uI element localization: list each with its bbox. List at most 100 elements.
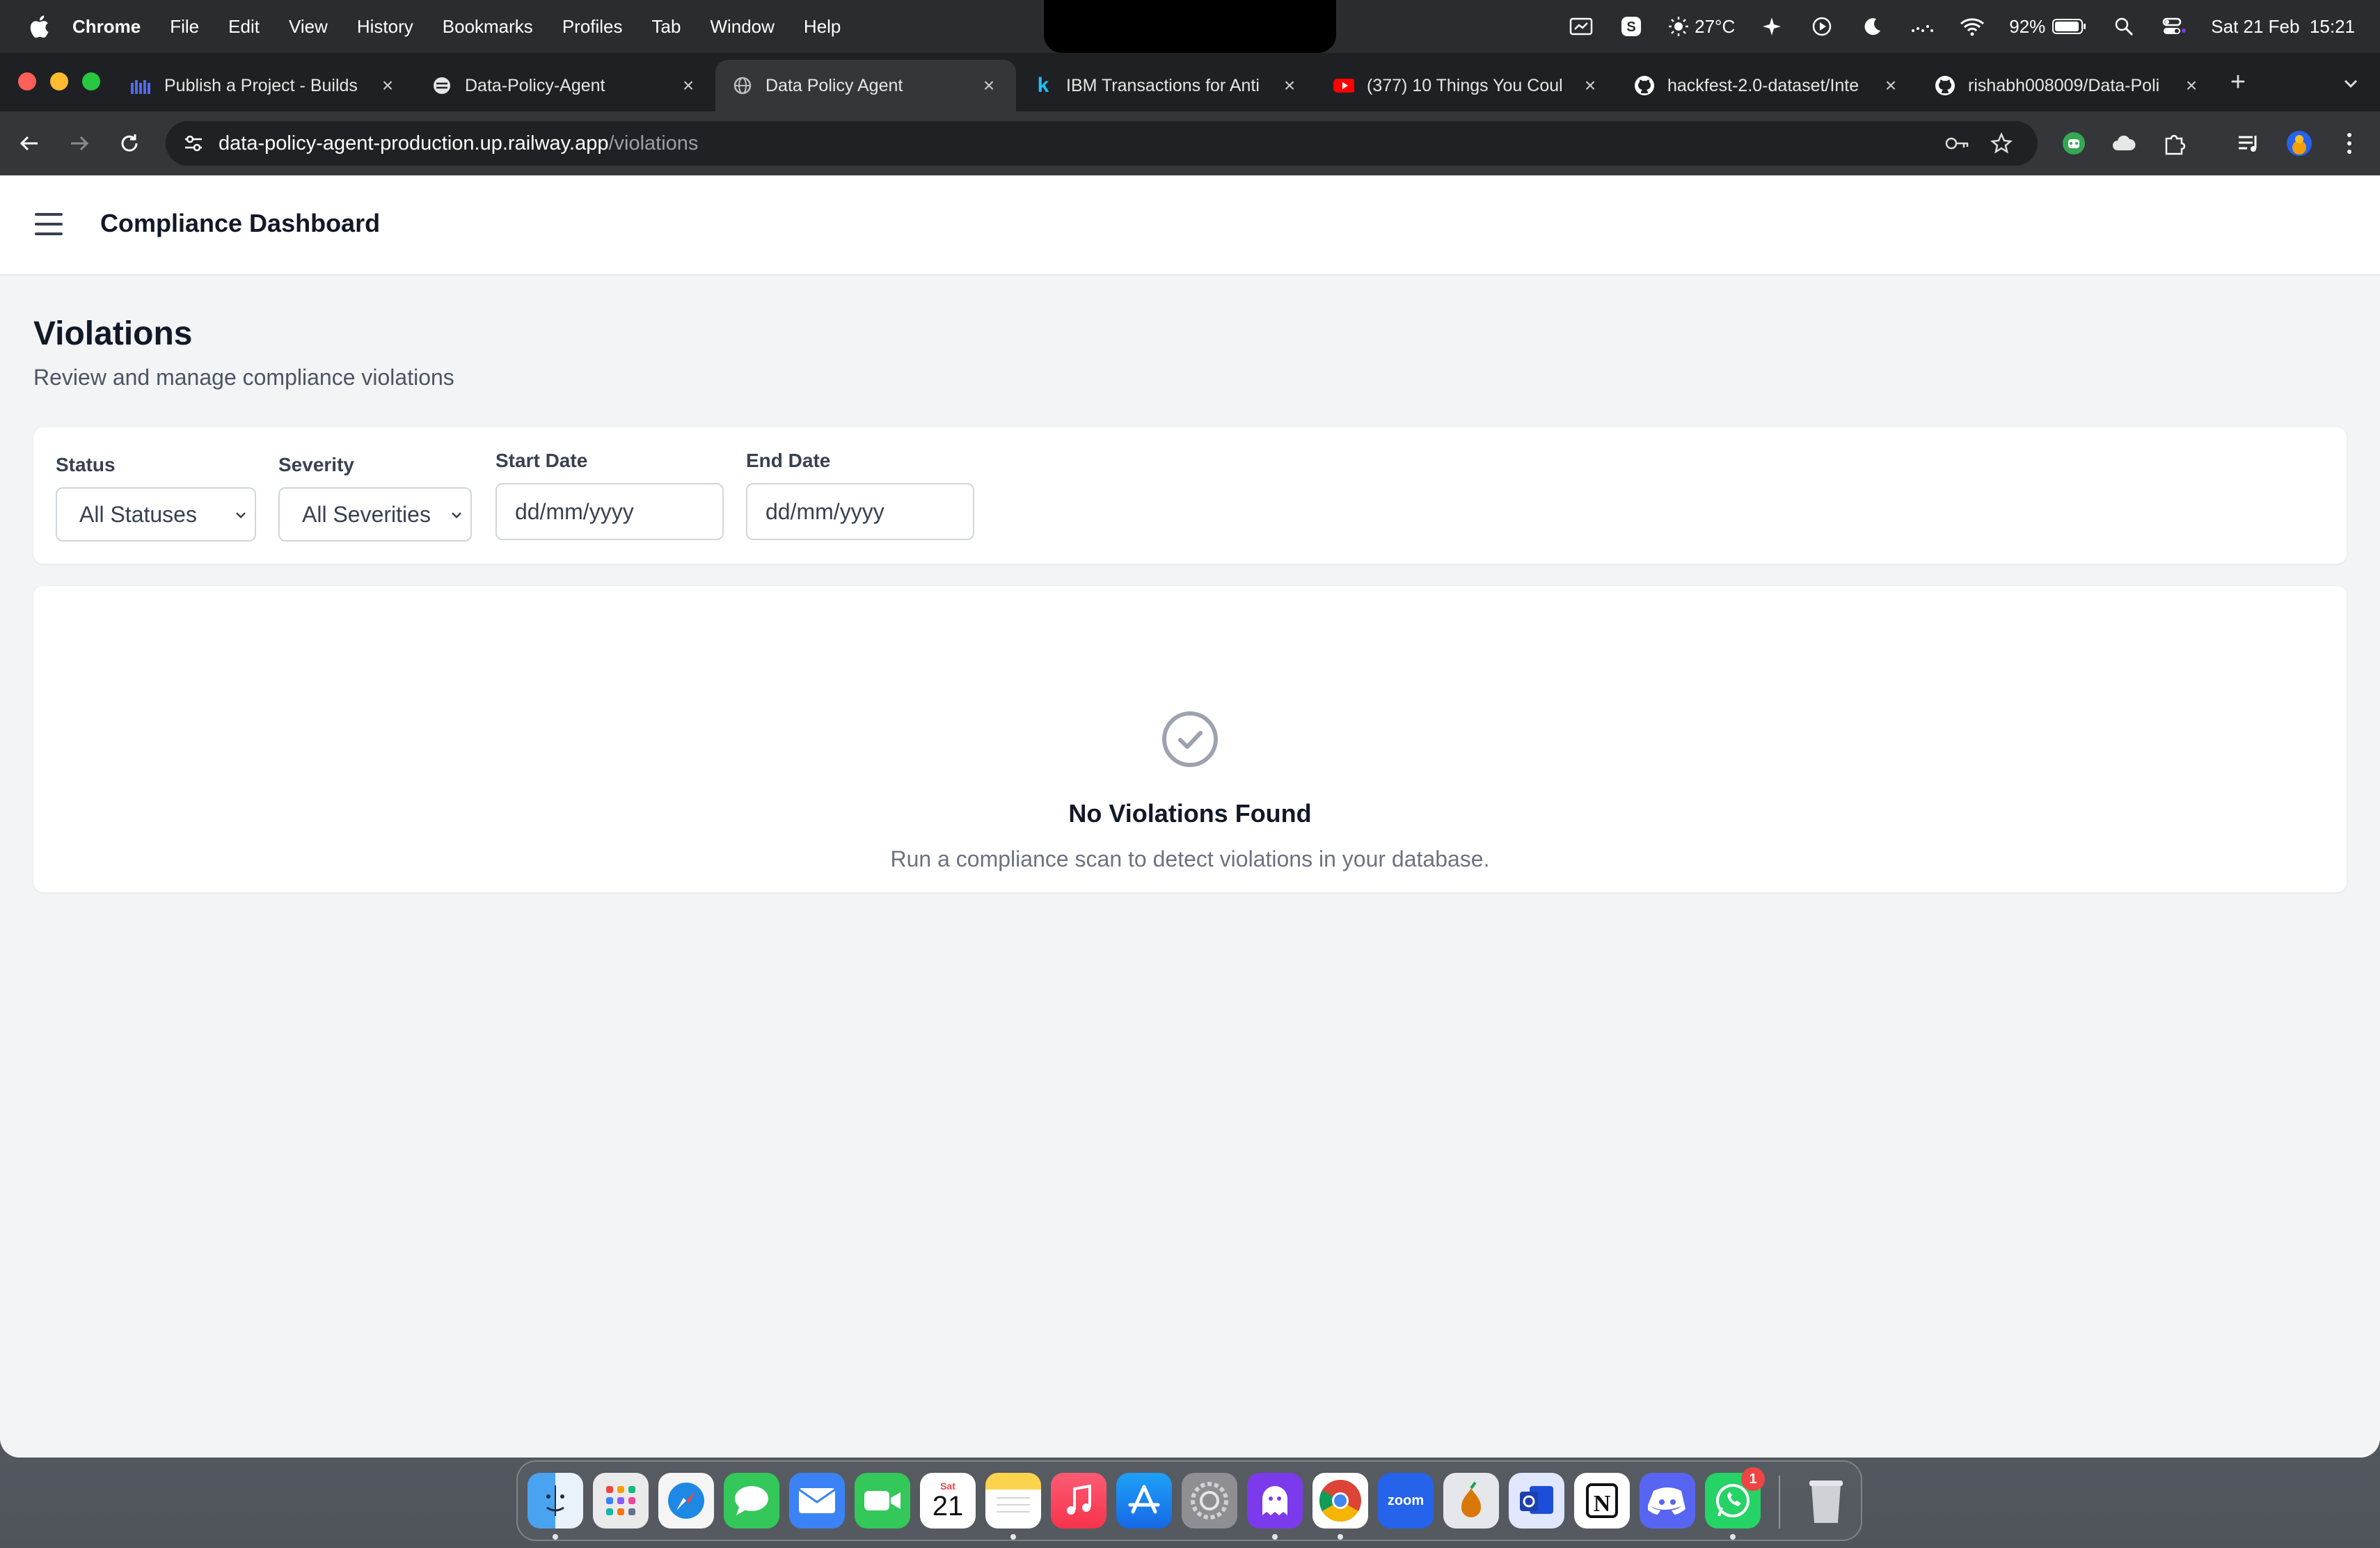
- close-tab-icon[interactable]: ×: [1880, 74, 1901, 96]
- extension-cloud-icon[interactable]: [2109, 128, 2139, 159]
- play-circle-icon[interactable]: [1809, 13, 1835, 40]
- trash-icon[interactable]: [1798, 1473, 1854, 1529]
- notion-icon[interactable]: N: [1574, 1473, 1630, 1529]
- page-subtitle: Review and manage compliance violations: [33, 365, 454, 390]
- url-text[interactable]: data-policy-agent-production.up.railway.…: [219, 132, 698, 155]
- whatsapp-icon[interactable]: 1: [1705, 1467, 1765, 1529]
- extensions-puzzle-icon[interactable]: [2159, 128, 2189, 159]
- address-bar[interactable]: data-policy-agent-production.up.railway.…: [166, 121, 2038, 166]
- music-icon[interactable]: [1051, 1473, 1106, 1529]
- ghost-app-icon[interactable]: [1247, 1473, 1303, 1529]
- messages-icon[interactable]: [724, 1473, 779, 1529]
- menu-window[interactable]: Window: [710, 16, 774, 38]
- close-tab-icon[interactable]: ×: [2181, 74, 2202, 96]
- weather-temp: 27°C: [1695, 15, 1736, 37]
- browser-toolbar: data-policy-agent-production.up.railway.…: [0, 111, 2380, 175]
- menu-tab[interactable]: Tab: [652, 16, 681, 38]
- start-date-input[interactable]: dd/mm/yyyy: [495, 483, 724, 540]
- check-circle-icon: [1162, 711, 1218, 767]
- finder-icon[interactable]: [527, 1473, 583, 1529]
- back-arrow-icon[interactable]: [14, 128, 45, 159]
- minimize-window-button[interactable]: [50, 72, 68, 90]
- menubar-datetime[interactable]: Sat 21 Feb 15:21: [2211, 16, 2355, 38]
- globe-icon: [431, 75, 452, 96]
- menu-bookmarks[interactable]: Bookmarks: [443, 16, 533, 38]
- sparkle-icon[interactable]: [1759, 13, 1785, 40]
- close-tab-icon[interactable]: ×: [978, 74, 999, 96]
- status-filter-label: Status: [56, 454, 116, 475]
- notes-icon[interactable]: [985, 1473, 1041, 1529]
- url-host: data-policy-agent-production.up.railway.…: [219, 132, 609, 155]
- menu-profiles[interactable]: Profiles: [562, 16, 623, 38]
- wifi-icon[interactable]: [1959, 13, 1985, 40]
- app-header: Compliance Dashboard: [0, 175, 2380, 276]
- reload-icon[interactable]: [114, 128, 145, 159]
- weather-widget[interactable]: 27°C: [1668, 16, 1735, 38]
- browser-menu-kebab-icon[interactable]: [2334, 128, 2365, 159]
- tab-search-chevron-icon[interactable]: [2338, 71, 2363, 96]
- chrome-icon[interactable]: [1312, 1473, 1368, 1529]
- system-settings-icon[interactable]: [1182, 1473, 1237, 1529]
- mail-icon[interactable]: [789, 1473, 845, 1529]
- spotlight-search-icon[interactable]: [2111, 13, 2137, 40]
- tab-title: (377) 10 Things You Coul: [1367, 75, 1563, 95]
- safari-icon[interactable]: [658, 1473, 714, 1529]
- zoom-icon[interactable]: zoom: [1378, 1473, 1434, 1529]
- dots-status-icon[interactable]: [1909, 13, 1935, 40]
- menu-history[interactable]: History: [357, 16, 413, 38]
- tab-data-policy-agent-active[interactable]: Data Policy Agent ×: [715, 60, 1016, 111]
- severity-filter-label: Severity: [278, 454, 354, 475]
- profile-avatar[interactable]: [2284, 128, 2315, 159]
- url-path: /violations: [608, 132, 699, 155]
- close-tab-icon[interactable]: ×: [1580, 74, 1601, 96]
- outlook-icon[interactable]: [1509, 1473, 1564, 1529]
- extension-robot-icon[interactable]: [2058, 128, 2089, 159]
- zoom-window-button[interactable]: [82, 72, 100, 90]
- macos-dock: Sat 21 zoom N 1: [516, 1460, 1862, 1541]
- site-settings-icon[interactable]: [180, 129, 207, 157]
- close-tab-icon[interactable]: ×: [377, 74, 398, 96]
- menu-view[interactable]: View: [289, 16, 328, 38]
- menu-help[interactable]: Help: [804, 16, 841, 38]
- app-store-icon[interactable]: [1116, 1473, 1172, 1529]
- hamburger-menu-icon[interactable]: [35, 213, 63, 237]
- media-queue-icon[interactable]: [2234, 128, 2264, 159]
- tab-youtube-video[interactable]: (377) 10 Things You Coul ×: [1317, 60, 1617, 111]
- end-date-input[interactable]: dd/mm/yyyy: [746, 483, 974, 540]
- close-window-button[interactable]: [18, 72, 36, 90]
- tab-publish-project[interactable]: Publish a Project - Builds ×: [114, 60, 415, 111]
- new-tab-plus-icon[interactable]: +: [2224, 68, 2252, 97]
- running-indicator: [1338, 1534, 1343, 1540]
- forward-arrow-icon[interactable]: [64, 128, 95, 159]
- tab-ibm-transactions[interactable]: k IBM Transactions for Anti ×: [1016, 60, 1317, 111]
- moon-icon[interactable]: [1859, 13, 1885, 40]
- calendar-icon[interactable]: Sat 21: [920, 1473, 976, 1529]
- password-key-icon[interactable]: [1942, 128, 1972, 159]
- close-tab-icon[interactable]: ×: [1279, 74, 1300, 96]
- discord-icon[interactable]: [1640, 1473, 1695, 1529]
- screen-mirroring-icon[interactable]: [1568, 13, 1594, 40]
- skype-icon[interactable]: S: [1618, 13, 1644, 40]
- facetime-icon[interactable]: [855, 1473, 910, 1529]
- builds-icon: [131, 75, 152, 96]
- severity-filter-select[interactable]: All Severities: [278, 487, 472, 542]
- battery-indicator[interactable]: 92%: [2009, 16, 2087, 38]
- github-icon: [1634, 75, 1655, 96]
- menu-file[interactable]: File: [170, 16, 199, 38]
- cyberduck-pear-icon[interactable]: [1443, 1473, 1499, 1529]
- running-indicator: [1010, 1534, 1016, 1540]
- menu-edit[interactable]: Edit: [228, 16, 260, 38]
- tab-title: Data Policy Agent: [765, 75, 903, 95]
- tab-hackfest-dataset[interactable]: hackfest-2.0-dataset/Inte ×: [1617, 60, 1918, 111]
- close-tab-icon[interactable]: ×: [678, 74, 699, 96]
- menu-app-name[interactable]: Chrome: [72, 16, 141, 38]
- status-filter-select[interactable]: All Statuses: [56, 487, 256, 542]
- launchpad-icon[interactable]: [593, 1473, 649, 1529]
- end-date-label: End Date: [746, 450, 831, 471]
- tab-github-repo[interactable]: rishabh008009/Data-Poli ×: [1918, 60, 2219, 111]
- apple-icon[interactable]: [25, 13, 53, 40]
- tab-data-policy-agent-repo[interactable]: Data-Policy-Agent ×: [415, 60, 715, 111]
- svg-text:S: S: [1626, 19, 1635, 35]
- control-center-icon[interactable]: [2161, 13, 2187, 40]
- bookmark-star-icon[interactable]: [1986, 128, 2017, 159]
